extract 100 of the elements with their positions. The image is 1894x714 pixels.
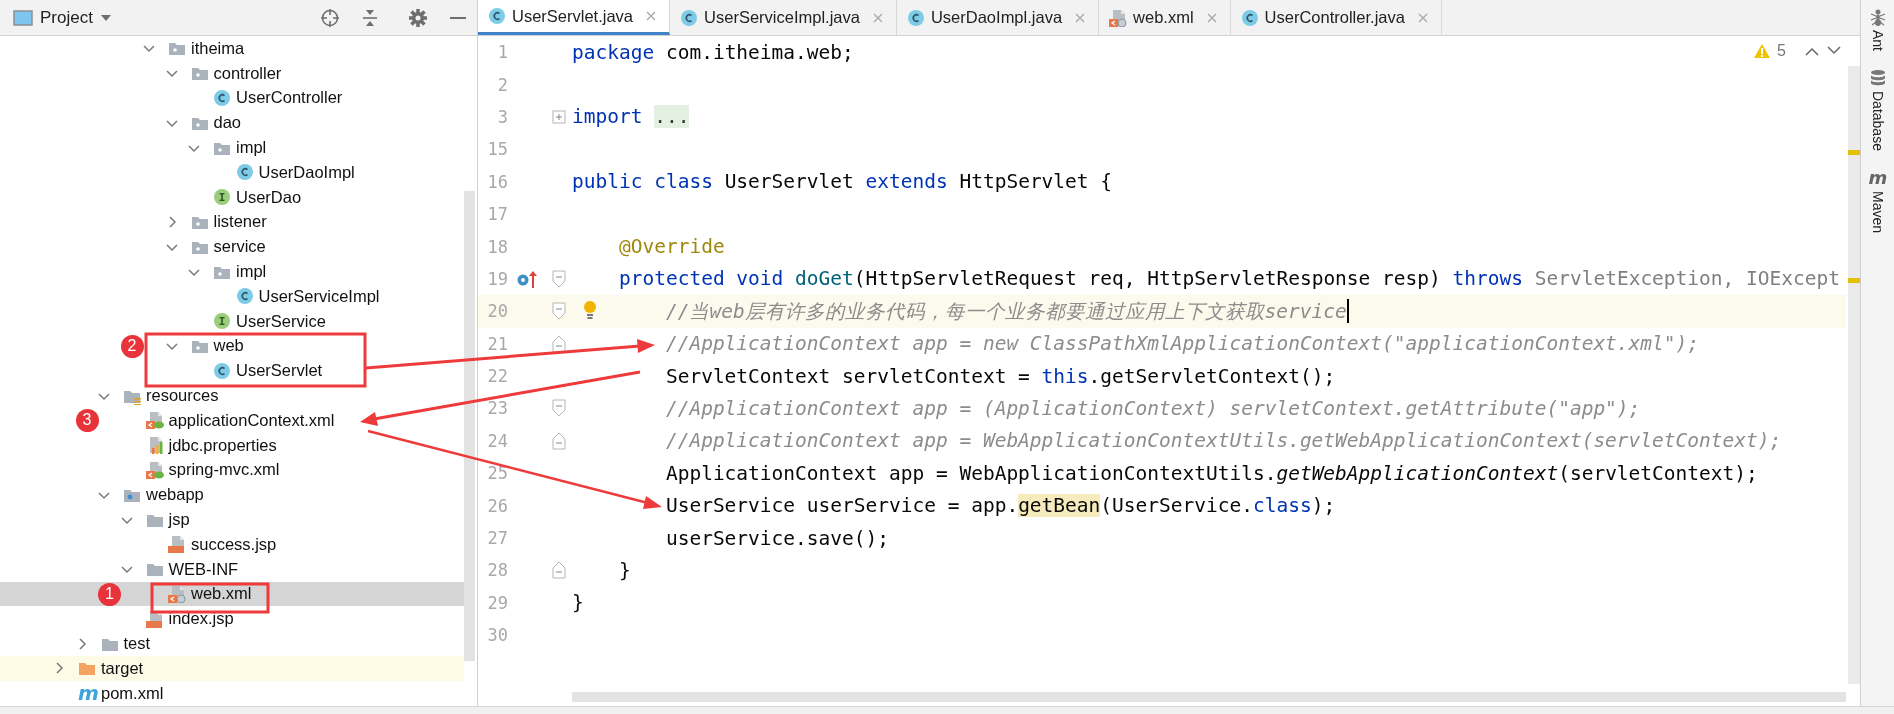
line-number: 23 (486, 398, 508, 419)
code-line: //当web层有许多的业务代码，每一个业务都要通过应用上下文获取service (665, 298, 1349, 325)
xml-file-icon (1109, 8, 1128, 27)
line-number: 26 (486, 495, 508, 516)
scrollbar[interactable] (464, 191, 475, 661)
collapse-fold-icon[interactable] (551, 269, 566, 288)
code-line: //ApplicationContext app = new ClassPathXmlApplicationContext("applicationContext.xml"); (665, 332, 1700, 356)
collapse-fold-icon[interactable] (551, 302, 566, 321)
code-line: import ... (572, 105, 690, 129)
editor-tab[interactable]: web.xml (1099, 0, 1231, 35)
tool-window-button[interactable]: m Maven (1868, 168, 1887, 233)
tree-item[interactable]: UserServiceImpl (0, 283, 464, 309)
step-number-badge: 2 (120, 334, 144, 358)
collapse-all-icon[interactable] (361, 7, 379, 28)
scrollbar[interactable] (572, 692, 1846, 702)
line-number: 16 (486, 171, 508, 192)
tree-item[interactable]: UserController (0, 85, 464, 111)
ant-icon (1868, 8, 1887, 26)
close-icon[interactable] (1416, 11, 1429, 24)
collapse-fold-icon[interactable] (551, 431, 566, 450)
tree-item[interactable]: m pom.xml (0, 680, 464, 706)
close-icon[interactable] (871, 11, 884, 24)
class-icon (906, 8, 925, 27)
code-line: //ApplicationContext app = WebApplicationContextUtils.getWebApplicationContext(servletContext); (665, 429, 1782, 453)
jsp-file-icon (145, 609, 164, 628)
line-number: 28 (486, 560, 508, 581)
warning-count[interactable]: 5 (1777, 42, 1786, 60)
close-icon[interactable] (1074, 11, 1087, 24)
code-line: ApplicationContext app = WebApplicationContextUtils.getWebApplicationContext(servletContext); (665, 461, 1758, 485)
tree-item[interactable]: applicationContext.xml (117, 407, 464, 433)
tree-item[interactable]: resources (0, 383, 464, 408)
tree-item[interactable]: success.jsp (0, 531, 464, 557)
line-number: 17 (486, 204, 508, 225)
tree-item[interactable]: spring-mvc.xml (0, 457, 464, 483)
collapse-fold-icon[interactable] (551, 399, 566, 418)
panel-title[interactable]: Project (40, 7, 93, 28)
line-number: 3 (496, 106, 508, 127)
tree-item[interactable]: itheima (0, 36, 464, 61)
dropdown-icon (99, 12, 112, 23)
close-icon[interactable] (645, 10, 658, 22)
xml-file-icon (168, 584, 186, 603)
class-icon (235, 287, 254, 306)
line-number: 18 (486, 236, 508, 257)
class-icon (1240, 8, 1259, 27)
class-icon (488, 7, 506, 25)
tool-window-button[interactable]: Ant (1868, 8, 1887, 51)
tree-item[interactable]: service (0, 234, 464, 260)
collapse-fold-icon[interactable] (551, 334, 566, 353)
code-line: userService.save(); (665, 526, 889, 550)
tree-item[interactable]: impl (0, 259, 464, 284)
close-icon[interactable] (1205, 11, 1218, 24)
tree-item[interactable]: UserDao (0, 184, 464, 210)
editor-tab[interactable]: UserDaoImpl.java (896, 0, 1100, 35)
tree-item[interactable]: UserDaoImpl (0, 160, 464, 185)
tree-item[interactable]: impl (0, 135, 464, 160)
line-number: 27 (486, 528, 508, 549)
next-icon[interactable] (1826, 45, 1842, 57)
class-icon (235, 163, 254, 182)
line-number: 29 (486, 592, 508, 613)
tree-item[interactable]: index.jsp (0, 606, 464, 632)
tree-item[interactable]: listener (0, 209, 464, 235)
line-number: 1 (496, 42, 508, 63)
tree-item[interactable]: webapp (0, 482, 464, 508)
tree-item[interactable]: jsp (0, 507, 464, 532)
editor-tab[interactable]: UserServiceImpl.java (670, 0, 897, 35)
line-number: 22 (486, 366, 508, 387)
code-line: } (618, 558, 631, 582)
code-line: protected void doGet(HttpServletRequest req, HttpServletResponse resp) throws ServletException, IOExcept (618, 267, 1840, 291)
maven-icon: m (78, 684, 96, 703)
previous-icon[interactable] (1804, 45, 1820, 57)
tree-item[interactable]: jdbc.properties (0, 432, 464, 458)
tool-window-button[interactable]: Database (1868, 69, 1887, 151)
tree-item[interactable]: UserServlet (0, 358, 464, 384)
line-number: 24 (486, 430, 508, 451)
collapse-fold-icon[interactable] (551, 561, 566, 580)
tree-item[interactable]: UserService (0, 308, 464, 334)
editor-tab[interactable]: UserServlet.java (478, 0, 671, 35)
tree-item[interactable]: dao (0, 110, 464, 136)
code-line: public class UserServlet extends HttpServlet { (572, 170, 1113, 194)
interface-icon (213, 312, 231, 331)
tree-item[interactable]: controller (0, 60, 464, 86)
settings-icon[interactable] (408, 7, 428, 28)
class-icon (680, 8, 699, 27)
editor-tab[interactable]: UserController.java (1230, 0, 1442, 35)
line-number: 21 (486, 333, 508, 354)
tree-item[interactable]: WEB-INF (0, 556, 464, 582)
tree-item[interactable]: target (0, 655, 464, 681)
xml-file-icon (145, 411, 164, 430)
maven-icon: m (1868, 168, 1887, 187)
lightbulb-icon[interactable] (582, 300, 598, 321)
line-number: 25 (486, 463, 508, 484)
tree-item[interactable]: test (0, 631, 464, 656)
crosshair-icon[interactable] (320, 7, 340, 28)
line-number: 15 (486, 139, 508, 160)
code-line: //ApplicationContext app = (ApplicationContext) servletContext.getAttribute("app"); (665, 397, 1641, 420)
expand-fold-icon[interactable] (551, 109, 566, 124)
interface-icon (213, 188, 231, 207)
tree-item[interactable]: web (162, 333, 464, 359)
line-number: 30 (486, 625, 508, 646)
code-line: UserService userService = app.getBean(UserService.class); (665, 494, 1336, 518)
